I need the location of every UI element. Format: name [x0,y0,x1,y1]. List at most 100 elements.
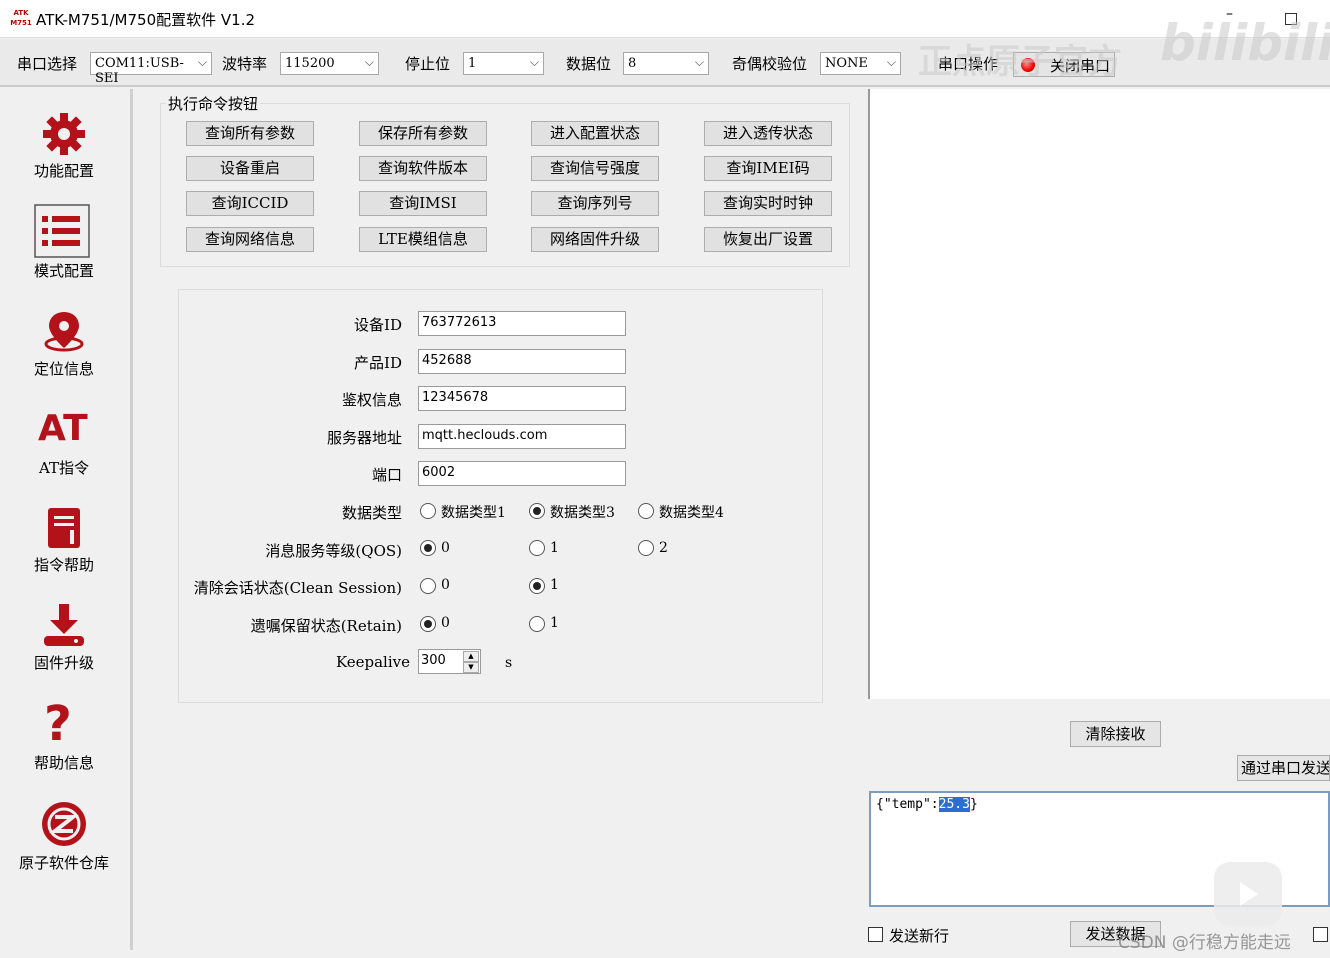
download-icon [44,604,84,646]
sidebar-divider [130,89,133,950]
lte-module-info-button[interactable]: LTE模组信息 [359,227,487,252]
stepper-down-icon[interactable]: ▼ [463,662,479,673]
chevron-down-icon: ⌵ [694,55,704,69]
query-network-info-button[interactable]: 查询网络信息 [186,227,314,252]
data-bits-select[interactable]: 8 ⌵ [623,52,709,75]
query-rtc-button[interactable]: 查询实时时钟 [704,191,832,216]
qos-1-label: 1 [550,540,559,556]
clean-session-0-label: 0 [441,577,450,593]
book-icon [48,508,80,548]
parity-value: NONE [825,56,868,71]
chevron-down-icon: ⌵ [886,55,896,69]
csdn-watermark: CSDN @行稳方能走远 [1118,933,1291,953]
product-id-label: 产品ID [354,354,402,372]
device-id-label: 设备ID [354,316,402,334]
stop-bits-label: 停止位 [405,55,451,73]
video-play-icon [1214,862,1282,926]
retain-0-radio[interactable] [420,616,436,632]
qos-2-radio[interactable] [638,540,654,556]
data-type-1-label: 数据类型1 [441,505,506,521]
send-newline-label: 发送新行 [889,927,950,945]
device-id-field[interactable]: 763772613 [418,311,626,336]
port-select-value: COM11:USB-SEI [95,56,184,86]
server-field[interactable]: mqtt.heclouds.com [418,424,626,449]
qos-1-radio[interactable] [529,540,545,556]
save-all-params-button[interactable]: 保存所有参数 [359,121,487,146]
keepalive-label: Keepalive [335,653,410,671]
qos-0-label: 0 [441,540,450,556]
sidebar-item-label: 模式配置 [33,262,94,280]
list-icon [34,204,90,258]
chevron-down-icon: ⌵ [197,55,207,69]
auth-label: 鉴权信息 [341,391,402,409]
window-title: ATK-M751/M750配置软件 V1.2 [36,11,256,29]
query-imei-button[interactable]: 查询IMEI码 [704,156,832,181]
query-iccid-button[interactable]: 查询ICCID [186,191,314,216]
sidebar-item-firmware-upgrade[interactable]: 固件升级 [0,604,122,694]
parity-select[interactable]: NONE ⌵ [820,52,901,75]
qos-2-label: 2 [659,540,668,556]
factory-reset-button[interactable]: 恢复出厂设置 [704,227,832,252]
sidebar-item-at-command[interactable]: AT AT指令 [0,408,122,498]
query-signal-strength-button[interactable]: 查询信号强度 [531,156,659,181]
port-field[interactable]: 6002 [418,461,626,486]
send-via-serial-button[interactable]: 通过串口发送 [1237,755,1330,781]
sidebar-item-function-config[interactable]: 功能配置 [0,112,122,202]
port-select-label: 串口选择 [17,55,78,73]
sidebar-item-label: 原子软件仓库 [18,854,109,872]
receive-area[interactable] [868,89,1330,699]
data-type-4-label: 数据类型4 [659,505,724,521]
data-type-1-radio[interactable] [420,503,436,519]
device-reboot-button[interactable]: 设备重启 [186,156,314,181]
stepper-up-icon[interactable]: ▲ [463,651,479,662]
query-imsi-button[interactable]: 查询IMSI [359,191,487,216]
clean-session-1-radio[interactable] [529,578,545,594]
sidebar-item-label: 指令帮助 [33,556,94,574]
baud-select[interactable]: 115200 ⌵ [280,52,379,75]
auth-field[interactable]: 12345678 [418,386,626,411]
retain-label: 遗嘱保留状态(Retain) [250,617,402,635]
clean-session-0-radio[interactable] [420,578,436,594]
data-bits-label: 数据位 [566,55,612,73]
sidebar-item-label: 固件升级 [33,654,94,672]
keepalive-stepper[interactable]: 300 ▲ ▼ [418,649,481,674]
retain-1-label: 1 [550,615,559,631]
enter-passthrough-button[interactable]: 进入透传状态 [704,121,832,146]
sidebar-item-label: 定位信息 [33,360,94,378]
at-icon: AT [38,408,88,449]
chevron-down-icon: ⌵ [364,55,374,69]
sidebar-item-location[interactable]: 定位信息 [0,310,122,400]
enter-config-button[interactable]: 进入配置状态 [531,121,659,146]
chevron-down-icon: ⌵ [529,55,539,69]
location-pin-icon [44,312,84,352]
port-label: 端口 [371,466,402,484]
keepalive-unit: s [505,655,513,671]
stop-bits-select[interactable]: 1 ⌵ [463,52,544,75]
serial-toolbar: 串口选择 COM11:USB-SEI ⌵ 波特率 115200 ⌵ 停止位 1 ⌵ 数… [0,39,1330,87]
clean-session-1-label: 1 [550,577,559,593]
server-label: 服务器地址 [326,429,402,447]
question-icon: ? [44,696,72,752]
sidebar-item-help-info[interactable]: ? 帮助信息 [0,696,122,790]
query-software-version-button[interactable]: 查询软件版本 [359,156,487,181]
sidebar-item-label: AT指令 [38,459,90,477]
qos-0-radio[interactable] [420,540,436,556]
query-all-params-button[interactable]: 查询所有参数 [186,121,314,146]
sidebar-item-command-help[interactable]: 指令帮助 [0,506,122,596]
network-firmware-upgrade-button[interactable]: 网络固件升级 [531,227,659,252]
data-bits-value: 8 [628,56,637,71]
keepalive-value: 300 [421,653,446,668]
data-type-4-radio[interactable] [638,503,654,519]
port-select[interactable]: COM11:USB-SEI ⌵ [90,52,212,86]
clear-receive-button[interactable]: 清除接收 [1070,721,1161,747]
sidebar-item-mode-config[interactable]: 模式配置 [0,204,122,294]
sidebar-item-software-repo[interactable]: 原子软件仓库 [0,800,122,890]
app-logo-icon: ATK M751 [10,9,32,27]
send-text: {"temp":25.3} [876,797,978,812]
extra-checkbox[interactable] [1313,927,1328,942]
retain-1-radio[interactable] [529,616,545,632]
query-serial-number-button[interactable]: 查询序列号 [531,191,659,216]
data-type-3-radio[interactable] [529,503,545,519]
product-id-field[interactable]: 452688 [418,349,626,374]
send-newline-checkbox[interactable] [868,927,883,942]
